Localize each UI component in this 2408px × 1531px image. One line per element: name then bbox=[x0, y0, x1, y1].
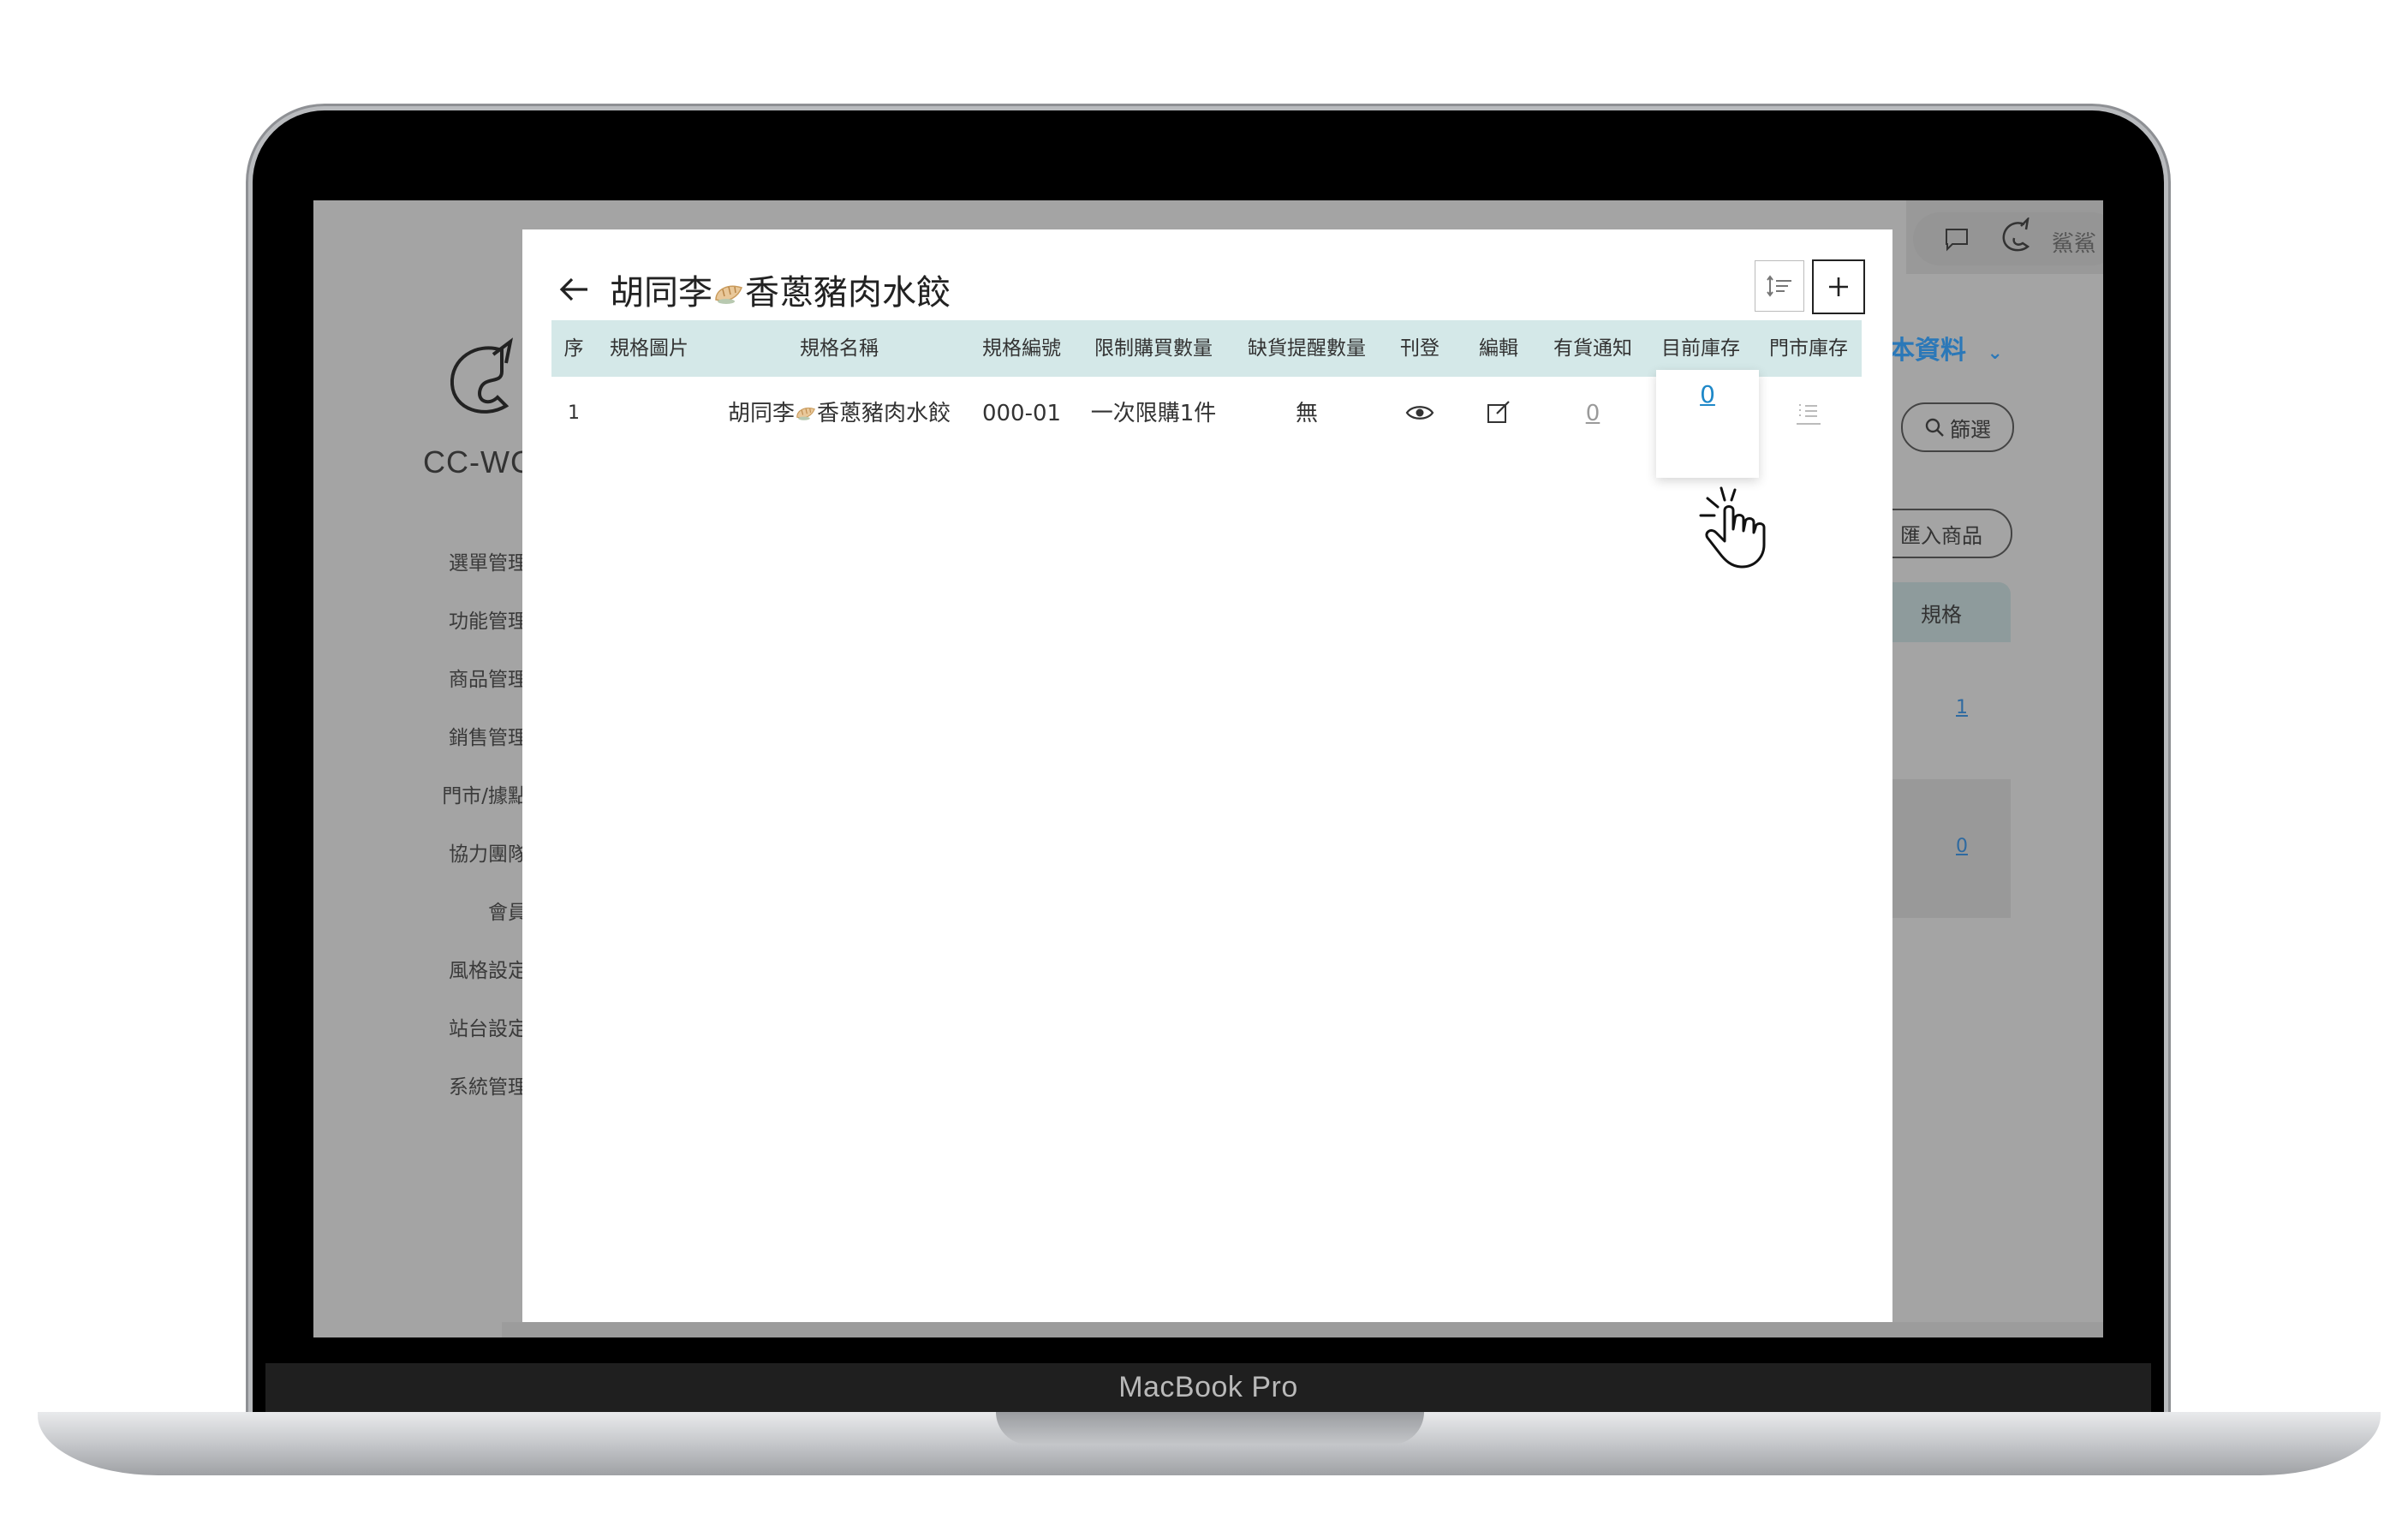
modal-title: 胡同李 香蔥豬肉水餃 bbox=[610, 265, 951, 314]
hand-pointer-icon bbox=[1699, 486, 1766, 569]
mascot-icon bbox=[2002, 217, 2030, 252]
col-index: 序 bbox=[563, 337, 584, 360]
col-name: 規格名稱 bbox=[800, 337, 879, 360]
spec-count-link[interactable]: 1 bbox=[1956, 697, 1968, 718]
sidebar-item-features[interactable]: 功能管理 bbox=[313, 593, 527, 651]
col-purchase-limit: 限制購買數量 bbox=[1094, 337, 1213, 360]
sidebar-menu: 選單管理 功能管理 商品管理 銷售管理 門市/據點 協力團隊 會員 風格設定 站… bbox=[313, 534, 527, 1117]
current-stock-link[interactable]: 0 bbox=[1656, 380, 1759, 408]
spec-count-link[interactable]: 0 bbox=[1956, 836, 1968, 857]
modal-header: 胡同李 香蔥豬肉水餃 bbox=[557, 264, 951, 315]
import-products-button[interactable]: 匯入商品 bbox=[1872, 509, 2012, 558]
table-header: 序 規格圖片 規格名稱 規格編號 限制購買數量 缺貨提醒數量 刊登 編輯 有貨通… bbox=[551, 320, 1862, 377]
restock-notify-count: 0 bbox=[1585, 401, 1600, 426]
row-spec-name: 胡同李 香蔥豬肉水餃 bbox=[728, 377, 951, 450]
user-name[interactable]: 鯊鯊 bbox=[2052, 226, 2096, 258]
row-index: 1 bbox=[568, 402, 580, 424]
spec-modal: 胡同李 香蔥豬肉水餃 序 規格圖片 規格名稱 規格編號 限制購買數量 缺貨提醒數… bbox=[522, 229, 1892, 1322]
row-purchase-limit: 一次限購1件 bbox=[1090, 401, 1217, 426]
spec-name-brand: 胡同李 bbox=[727, 401, 795, 426]
sort-button[interactable] bbox=[1755, 260, 1804, 312]
spec-table: 序 規格圖片 規格名稱 規格編號 限制購買數量 缺貨提醒數量 刊登 編輯 有貨通… bbox=[551, 320, 1862, 478]
table-header-spec: 規格 bbox=[1872, 582, 2011, 642]
spec-header-label: 規格 bbox=[1921, 602, 1962, 627]
add-spec-button[interactable] bbox=[1812, 259, 1865, 314]
col-image: 規格圖片 bbox=[610, 337, 688, 360]
table-row-stripe bbox=[1872, 779, 2011, 918]
search-icon bbox=[1925, 418, 1944, 437]
edit-icon[interactable] bbox=[1481, 396, 1516, 430]
col-low-stock: 缺貨提醒數量 bbox=[1248, 337, 1366, 360]
basic-info-label: 本資料 bbox=[1889, 336, 1966, 366]
chat-icon[interactable] bbox=[1944, 226, 1970, 252]
basic-info-link[interactable]: 本資料 ⌄ bbox=[1889, 329, 2003, 366]
eye-icon[interactable] bbox=[1403, 396, 1437, 430]
col-current-stock: 目前庫存 bbox=[1661, 337, 1740, 360]
logo-icon bbox=[450, 337, 513, 414]
device-label: MacBook Pro bbox=[1118, 1371, 1298, 1403]
filter-button[interactable]: 篩選 bbox=[1901, 402, 2014, 452]
sidebar-item-site[interactable]: 站台設定 bbox=[313, 1000, 527, 1058]
title-product: 香蔥豬肉水餃 bbox=[745, 273, 951, 313]
sort-icon bbox=[1767, 275, 1791, 297]
col-store-stock: 門市庫存 bbox=[1769, 337, 1848, 360]
logo-text: CC-WC bbox=[423, 444, 533, 480]
scrollbar-track bbox=[502, 1322, 2103, 1337]
list-icon[interactable] bbox=[1791, 396, 1826, 430]
row-spec-code: 000-01 bbox=[981, 401, 1062, 426]
spec-name-product: 香蔥豬肉水餃 bbox=[817, 401, 951, 426]
table-row: 1 胡同李 香蔥豬肉水餃 000-01 一次限購1件 無 0 0 bbox=[551, 370, 1862, 478]
col-edit: 編輯 bbox=[1479, 337, 1518, 360]
chevron-down-icon: ⌄ bbox=[1987, 343, 2003, 364]
sidebar-item-sales[interactable]: 銷售管理 bbox=[313, 709, 527, 767]
sidebar-item-stores[interactable]: 門市/據點 bbox=[313, 767, 527, 825]
col-restock-notify: 有貨通知 bbox=[1553, 337, 1632, 360]
restock-notify-link[interactable]: 0 bbox=[1586, 377, 1600, 450]
col-code: 規格編號 bbox=[982, 337, 1061, 360]
sidebar-item-products[interactable]: 商品管理 bbox=[313, 651, 527, 709]
sidebar: CC-WC 選單管理 功能管理 商品管理 銷售管理 門市/據點 協力團隊 會員 … bbox=[313, 200, 533, 1337]
dumpling-icon bbox=[715, 285, 742, 304]
sidebar-item-system[interactable]: 系統管理 bbox=[313, 1058, 527, 1117]
sidebar-item-style[interactable]: 風格設定 bbox=[313, 942, 527, 1000]
filter-label: 篩選 bbox=[1950, 417, 1991, 442]
back-arrow-icon[interactable] bbox=[557, 272, 591, 307]
laptop-chin: MacBook Pro bbox=[265, 1363, 2151, 1412]
row-low-stock: 無 bbox=[1295, 401, 1319, 426]
current-stock-cell[interactable]: 0 bbox=[1656, 370, 1759, 478]
import-label: 匯入商品 bbox=[1900, 523, 1982, 548]
laptop-notch bbox=[996, 1412, 1424, 1445]
sidebar-item-partners[interactable]: 協力團隊 bbox=[313, 825, 527, 884]
title-brand: 胡同李 bbox=[610, 273, 712, 313]
sidebar-item-menu[interactable]: 選單管理 bbox=[313, 534, 527, 593]
plus-icon bbox=[1829, 277, 1848, 296]
dumpling-icon bbox=[796, 408, 815, 420]
col-publish: 刊登 bbox=[1400, 337, 1439, 360]
screen: CC-WC 選單管理 功能管理 商品管理 銷售管理 門市/據點 協力團隊 會員 … bbox=[313, 200, 2103, 1337]
sidebar-item-members[interactable]: 會員 bbox=[313, 884, 527, 942]
